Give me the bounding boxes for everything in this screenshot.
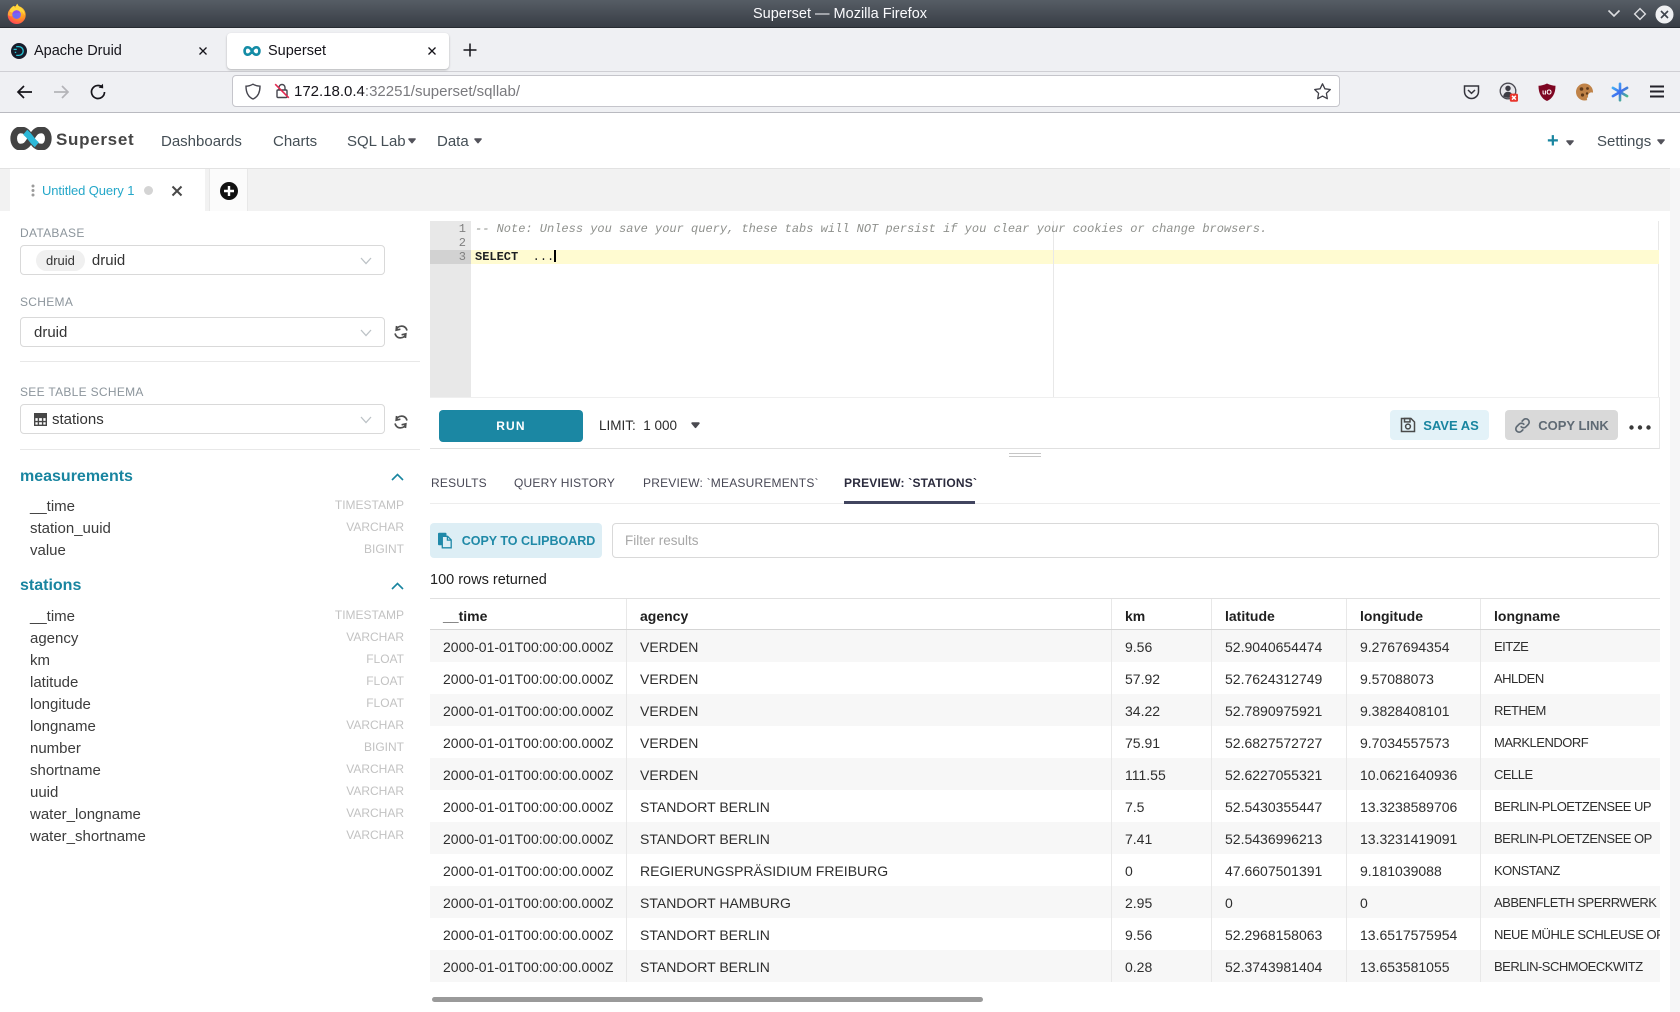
svg-text:uO: uO <box>1542 90 1552 97</box>
